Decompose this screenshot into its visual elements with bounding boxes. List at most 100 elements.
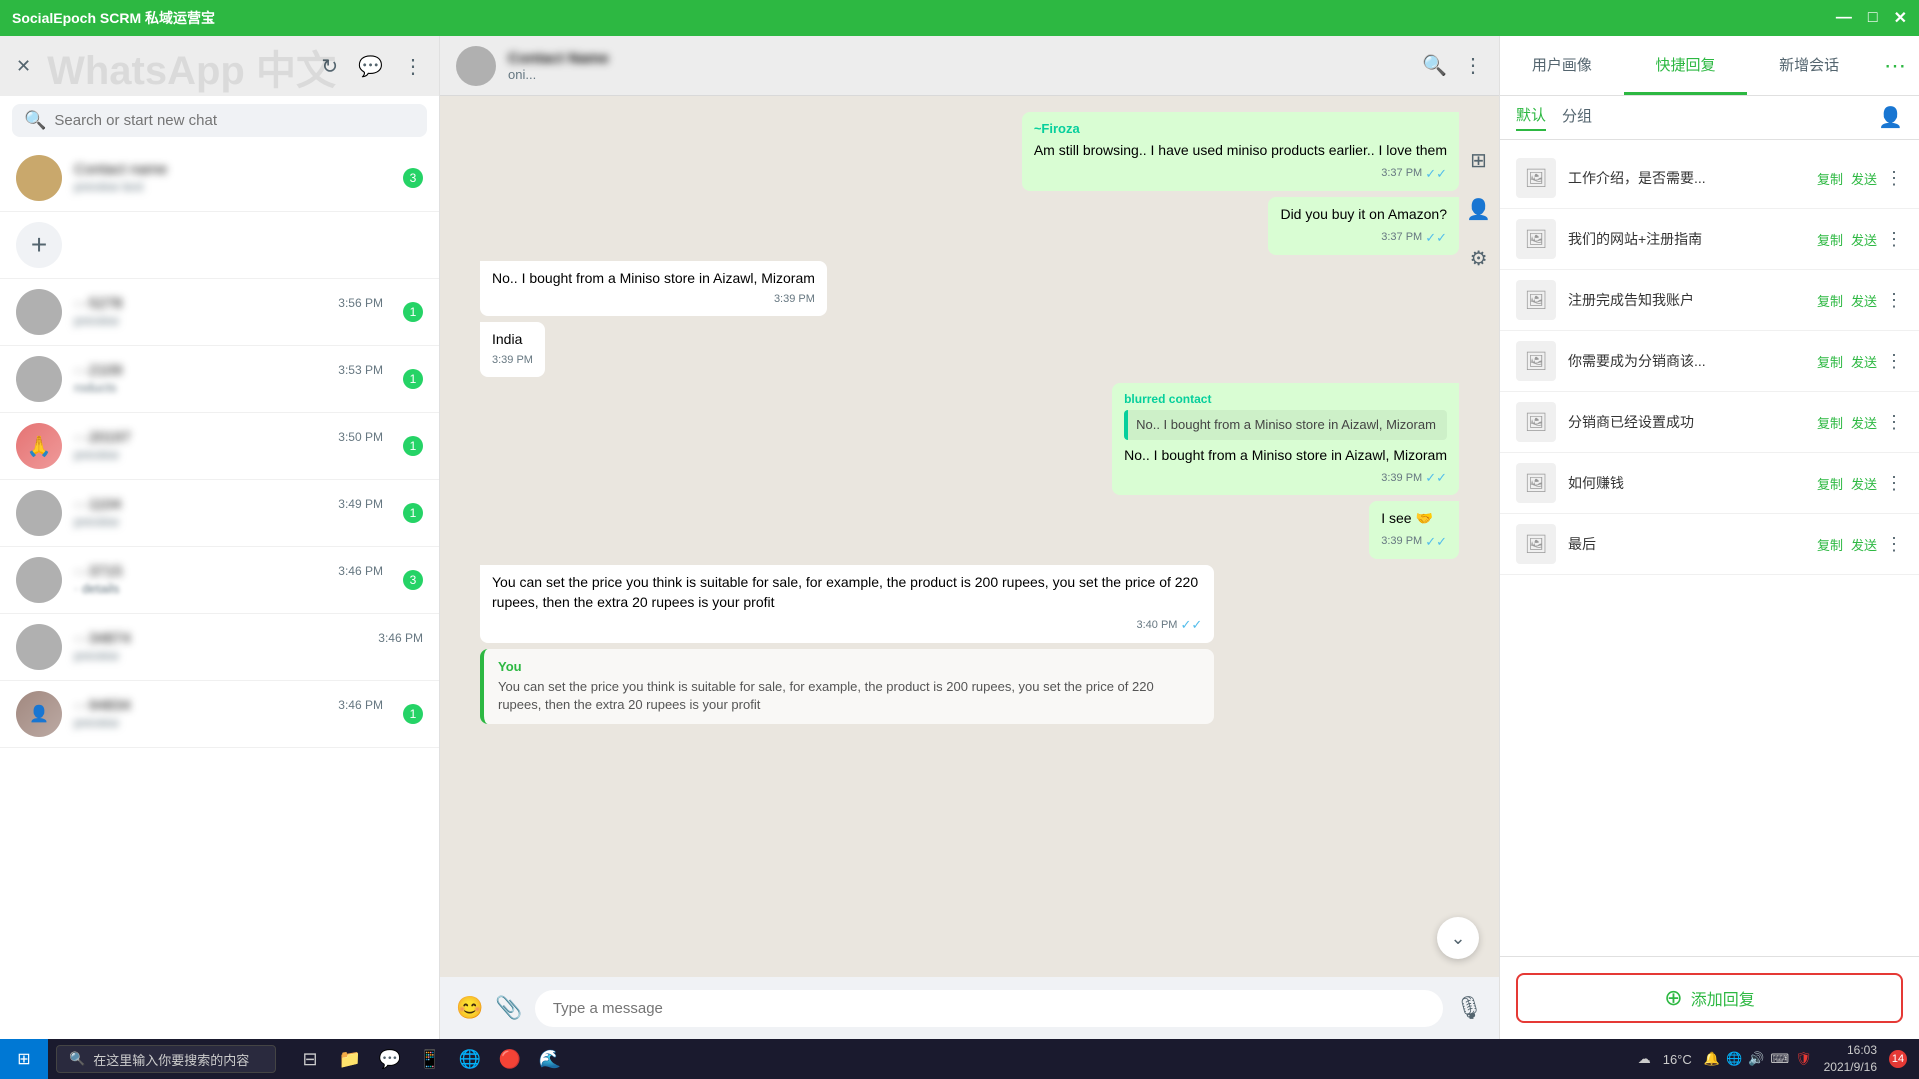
- subtab-default[interactable]: 默认: [1516, 104, 1546, 131]
- avatar: [16, 557, 62, 603]
- wechat-button[interactable]: 💬: [372, 1041, 408, 1077]
- more-icon[interactable]: ⋮: [1885, 351, 1903, 372]
- close-sidebar-icon[interactable]: ✕: [16, 56, 31, 77]
- add-chat-item[interactable]: +: [0, 212, 439, 279]
- browser1-button[interactable]: 🌐: [452, 1041, 488, 1077]
- send-button[interactable]: 发送: [1851, 413, 1877, 432]
- avatar: 👤: [16, 691, 62, 737]
- chat-info: Contact name preview text: [74, 161, 383, 196]
- quick-reply-icon: 🖼: [1516, 280, 1556, 320]
- quick-reply-text: 最后: [1568, 534, 1805, 554]
- tab-user-portrait[interactable]: 用户画像: [1500, 36, 1624, 95]
- add-chat-button[interactable]: +: [16, 222, 62, 268]
- send-button[interactable]: 发送: [1851, 169, 1877, 188]
- chat-item[interactable]: 🙏 ···20197 3:50 PM preview 1: [0, 413, 439, 480]
- message-ticks: ✓✓: [1425, 533, 1447, 551]
- person-icon[interactable]: 👤: [1466, 197, 1491, 222]
- quick-reply-item: 🖼 最后 复制 发送 ⋮: [1500, 514, 1919, 575]
- chat-item[interactable]: ···1104 3:49 PM preview 1: [0, 480, 439, 547]
- search-icon: 🔍: [24, 110, 46, 131]
- more-icon[interactable]: ⋮: [403, 54, 423, 79]
- chat-item[interactable]: Contact name preview text 3: [0, 145, 439, 212]
- quick-reply-text: 你需要成为分销商该...: [1568, 351, 1805, 371]
- app-title: SocialEpoch SCRM 私域运营宝: [12, 8, 215, 28]
- chat-preview: preview: [74, 514, 119, 529]
- taskview-button[interactable]: ⊟: [292, 1041, 328, 1077]
- browser2-button[interactable]: 🌊: [532, 1041, 568, 1077]
- more-options-icon[interactable]: ⋮: [1463, 53, 1483, 78]
- notifications-icon[interactable]: 🔔: [1704, 1051, 1720, 1067]
- copy-button[interactable]: 复制: [1817, 413, 1843, 432]
- send-button[interactable]: 发送: [1851, 352, 1877, 371]
- send-button[interactable]: 发送: [1851, 230, 1877, 249]
- copy-button[interactable]: 复制: [1817, 291, 1843, 310]
- quick-reply-text: 工作介绍，是否需要...: [1568, 168, 1805, 188]
- search-input[interactable]: [54, 112, 415, 129]
- refresh-icon[interactable]: ↻: [321, 54, 338, 79]
- minimize-button[interactable]: —: [1836, 9, 1852, 27]
- more-icon[interactable]: ⋮: [1885, 534, 1903, 555]
- weather-icon: ☁: [1638, 1051, 1651, 1067]
- copy-button[interactable]: 复制: [1817, 352, 1843, 371]
- send-button[interactable]: 发送: [1851, 291, 1877, 310]
- quick-reply-actions: 复制 发送 ⋮: [1817, 473, 1903, 494]
- chat-info: ···20197 3:50 PM preview: [74, 429, 383, 464]
- more-icon[interactable]: ⋮: [1885, 290, 1903, 311]
- chat-item[interactable]: ···34874 3:46 PM preview: [0, 614, 439, 681]
- chat-item[interactable]: ···5278 3:56 PM preview 1: [0, 279, 439, 346]
- message-text: No.. I bought from a Miniso store in Aiz…: [492, 270, 815, 286]
- subtab-group[interactable]: 分组: [1562, 105, 1592, 130]
- more-icon[interactable]: ⋮: [1885, 168, 1903, 189]
- sidebar-header-icons: ↻ 💬 ⋮: [321, 54, 423, 79]
- more-icon[interactable]: ⋮: [1885, 412, 1903, 433]
- notification-badge: 14: [1889, 1050, 1907, 1068]
- quick-reply-icon: 🖼: [1516, 158, 1556, 198]
- volume-icon[interactable]: 🔊: [1748, 1051, 1764, 1067]
- chevron-down-icon: ⌄: [1450, 928, 1465, 949]
- whatsapp-button[interactable]: 📱: [412, 1041, 448, 1077]
- taskbar-search[interactable]: 🔍 在这里输入你要搜索的内容: [56, 1045, 276, 1073]
- quick-reply-actions: 复制 发送 ⋮: [1817, 229, 1903, 250]
- chat-item[interactable]: ···3715 3:46 PM · details 3: [0, 547, 439, 614]
- maximize-button[interactable]: □: [1868, 9, 1878, 27]
- search-chat-icon[interactable]: 🔍: [1422, 53, 1447, 78]
- quick-reply-text: 注册完成告知我账户: [1568, 290, 1805, 310]
- attach-icon[interactable]: 📎: [495, 995, 522, 1021]
- emoji-icon[interactable]: 😊: [456, 995, 483, 1021]
- grid-icon[interactable]: ⊞: [1470, 148, 1487, 173]
- more-tab-icon[interactable]: ⋯: [1871, 36, 1919, 95]
- antivirus-icon[interactable]: 🛡: [1795, 1051, 1812, 1067]
- subtab-search-icon[interactable]: 👤: [1878, 105, 1903, 130]
- chrome-button[interactable]: 🔴: [492, 1041, 528, 1077]
- settings-icon[interactable]: ⚙: [1470, 246, 1488, 271]
- chat-item[interactable]: ···2109 3:53 PM roducts 1: [0, 346, 439, 413]
- copy-button[interactable]: 复制: [1817, 535, 1843, 554]
- quick-reply-actions: 复制 发送 ⋮: [1817, 534, 1903, 555]
- copy-button[interactable]: 复制: [1817, 474, 1843, 493]
- microphone-icon[interactable]: 🎙: [1455, 995, 1483, 1021]
- chat-info: ···5278 3:56 PM preview: [74, 295, 383, 330]
- message-input[interactable]: [535, 990, 1443, 1027]
- add-reply-button[interactable]: ⊕ 添加回复: [1516, 973, 1903, 1023]
- network-icon[interactable]: 🌐: [1726, 1051, 1742, 1067]
- file-explorer-button[interactable]: 📁: [332, 1041, 368, 1077]
- keyboard-icon[interactable]: ⌨: [1770, 1051, 1789, 1067]
- send-button[interactable]: 发送: [1851, 535, 1877, 554]
- chat-icon[interactable]: 💬: [358, 54, 383, 79]
- send-button[interactable]: 发送: [1851, 474, 1877, 493]
- tab-quick-reply[interactable]: 快捷回复: [1624, 36, 1748, 95]
- close-button[interactable]: ✕: [1894, 8, 1907, 28]
- scroll-down-button[interactable]: ⌄: [1437, 917, 1479, 959]
- more-icon[interactable]: ⋮: [1885, 229, 1903, 250]
- chat-preview: roducts: [74, 380, 117, 395]
- start-button[interactable]: ⊞: [0, 1039, 48, 1079]
- tab-new-conversation[interactable]: 新增会话: [1747, 36, 1871, 95]
- quick-reply-icon: 🖼: [1516, 341, 1556, 381]
- copy-button[interactable]: 复制: [1817, 230, 1843, 249]
- chat-info: ···1104 3:49 PM preview: [74, 496, 383, 531]
- chat-item[interactable]: 👤 ···94834 3:46 PM preview 1: [0, 681, 439, 748]
- more-icon[interactable]: ⋮: [1885, 473, 1903, 494]
- contact-name: Contact Name: [508, 50, 1410, 67]
- copy-button[interactable]: 复制: [1817, 169, 1843, 188]
- chat-input-bar: 😊 📎 🎙: [440, 977, 1499, 1039]
